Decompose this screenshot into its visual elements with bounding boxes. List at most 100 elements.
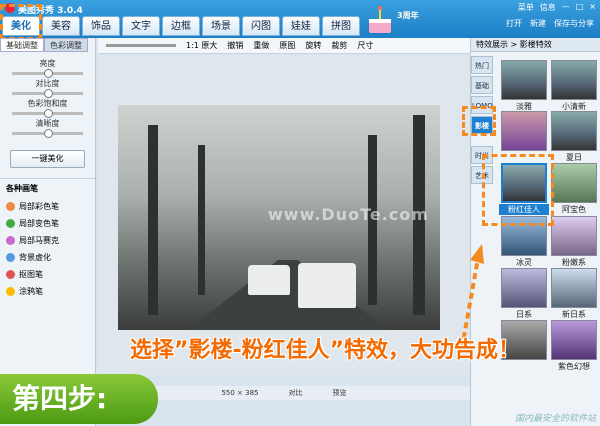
cutout-brush-icon: [6, 270, 15, 279]
zoom-slider[interactable]: [106, 44, 176, 47]
contrast-slider[interactable]: [12, 89, 83, 98]
maximize-button[interactable]: □: [576, 2, 584, 13]
effect-label: 粉嫩系: [562, 258, 586, 267]
effect-thumb[interactable]: [501, 111, 547, 151]
save-share-button[interactable]: 保存与分享: [554, 18, 594, 29]
undo-button[interactable]: 撤销: [227, 40, 243, 51]
anniversary-cake-icon: [369, 6, 391, 33]
effect-label: 新日系: [562, 310, 586, 319]
anniversary-label: 3周年: [397, 11, 419, 20]
brush-item[interactable]: 局部马赛克: [6, 232, 89, 249]
tab-beauty[interactable]: 美容: [42, 16, 80, 36]
tree-trunk: [198, 145, 205, 295]
effect-thumb[interactable]: [551, 268, 597, 308]
category-basic[interactable]: 基础: [471, 76, 493, 94]
one-key-beautify-button[interactable]: 一键美化: [10, 150, 85, 168]
brightness-label: 亮度: [39, 59, 56, 68]
effect-thumb[interactable]: [551, 320, 597, 360]
car: [248, 265, 290, 295]
slider-knob[interactable]: [44, 129, 53, 138]
tab-doll[interactable]: 娃娃: [282, 16, 320, 36]
highlight-pink-effect: [482, 154, 554, 226]
brush-label: 局部彩色笔: [19, 202, 59, 211]
color-brush-icon: [6, 202, 15, 211]
doodle-brush-icon: [6, 287, 15, 296]
top-actions: 打开 新建 保存与分享: [506, 18, 594, 29]
zoom-actual-size[interactable]: 1:1 原大: [186, 40, 217, 51]
step-badge: 第四步:: [0, 374, 158, 424]
tab-collage[interactable]: 拼图: [322, 16, 360, 36]
original-button[interactable]: 原图: [279, 40, 295, 51]
redo-button[interactable]: 重做: [253, 40, 269, 51]
effect-label: 阿宝色: [562, 205, 586, 214]
brush-label: 局部变色笔: [19, 219, 59, 228]
effect-thumb[interactable]: [551, 216, 597, 256]
category-hot[interactable]: 热门: [471, 56, 493, 74]
highlight-studio-category: [462, 106, 496, 136]
brush-item[interactable]: 局部彩色笔: [6, 198, 89, 215]
tab-text[interactable]: 文字: [122, 16, 160, 36]
title-bar: 美图秀秀 3.0.4 菜单 信息 — □ × 3周年 美化 美容 饰品 文字 边…: [0, 0, 600, 38]
blur-brush-icon: [6, 253, 15, 262]
effect-label: 冰灵: [516, 258, 532, 267]
window-controls: 菜单 信息 — □ ×: [518, 2, 596, 13]
edited-photo[interactable]: www.DuoTe.com: [118, 105, 440, 330]
recolor-brush-icon: [6, 219, 15, 228]
mosaic-brush-icon: [6, 236, 15, 245]
info-button[interactable]: 信息: [540, 2, 556, 13]
main-tabs: 美化 美容 饰品 文字 边框 场景 闪图 娃娃 拼图: [2, 16, 360, 36]
effect-label: 夏日: [566, 153, 582, 162]
brush-item[interactable]: 抠图笔: [6, 266, 89, 283]
left-panel: 基础调整 色彩调整 亮度 对比度 色彩饱和度 清晰度 一键美化 各种画笔 局部彩…: [0, 38, 96, 426]
resize-button[interactable]: 尺寸: [357, 40, 373, 51]
preview-button[interactable]: 预览: [333, 388, 347, 398]
effect-thumb[interactable]: [551, 111, 597, 151]
subtab-color[interactable]: 色彩调整: [44, 38, 88, 52]
minimize-button[interactable]: —: [562, 2, 570, 13]
brush-label: 抠图笔: [19, 270, 43, 279]
slider-knob[interactable]: [44, 109, 53, 118]
slider-knob[interactable]: [44, 69, 53, 78]
rotate-button[interactable]: 旋转: [305, 40, 321, 51]
effect-thumb[interactable]: [551, 60, 597, 100]
menu-button[interactable]: 菜单: [518, 2, 534, 13]
image-size: 550 × 385: [221, 389, 259, 397]
slider-group: 亮度 对比度 色彩饱和度 清晰度: [0, 52, 95, 142]
image-canvas: www.DuoTe.com: [98, 55, 470, 375]
tab-scene[interactable]: 场景: [202, 16, 240, 36]
brush-item[interactable]: 背景虚化: [6, 249, 89, 266]
subtab-basic[interactable]: 基础调整: [0, 38, 44, 52]
highlight-tab-frame: [0, 4, 42, 40]
edit-toolbar: 1:1 原大 撤销 重做 原图 旋转 裁剪 尺寸: [98, 38, 470, 54]
compare-button[interactable]: 对比: [289, 388, 303, 398]
brightness-slider[interactable]: [12, 69, 83, 78]
tab-frame[interactable]: 边框: [162, 16, 200, 36]
tab-accessories[interactable]: 饰品: [82, 16, 120, 36]
brush-label: 局部马赛克: [19, 236, 59, 245]
effects-header: 特效展示 > 影楼特效: [471, 38, 600, 52]
adjust-subtabs: 基础调整 色彩调整: [0, 38, 95, 52]
crop-button[interactable]: 裁剪: [331, 40, 347, 51]
close-button[interactable]: ×: [589, 2, 596, 13]
slider-knob[interactable]: [44, 89, 53, 98]
brush-item[interactable]: 局部变色笔: [6, 215, 89, 232]
watermark: www.DuoTe.com: [268, 205, 429, 224]
sharpness-label: 清晰度: [35, 119, 60, 128]
effect-thumb[interactable]: [501, 268, 547, 308]
effect-label: 日系: [516, 310, 532, 319]
brush-panel: 各种画笔 局部彩色笔 局部变色笔 局部马赛克 背景虚化 抠图笔 涂鸦笔: [0, 178, 95, 304]
sharpness-slider[interactable]: [12, 129, 83, 138]
effect-thumb[interactable]: [501, 60, 547, 100]
contrast-label: 对比度: [35, 79, 60, 88]
effect-thumb[interactable]: [551, 163, 597, 203]
new-button[interactable]: 新建: [530, 18, 546, 29]
saturation-label: 色彩饱和度: [27, 99, 68, 108]
brush-item[interactable]: 涂鸦笔: [6, 283, 89, 300]
tab-flash[interactable]: 闪图: [242, 16, 280, 36]
saturation-slider[interactable]: [12, 109, 83, 118]
effect-label: 紫色幻想: [558, 362, 590, 371]
site-tagline: 国内最安全的软件站: [514, 414, 596, 424]
open-button[interactable]: 打开: [506, 18, 522, 29]
brushes-title: 各种画笔: [6, 184, 38, 193]
brush-label: 背景虚化: [19, 253, 51, 262]
